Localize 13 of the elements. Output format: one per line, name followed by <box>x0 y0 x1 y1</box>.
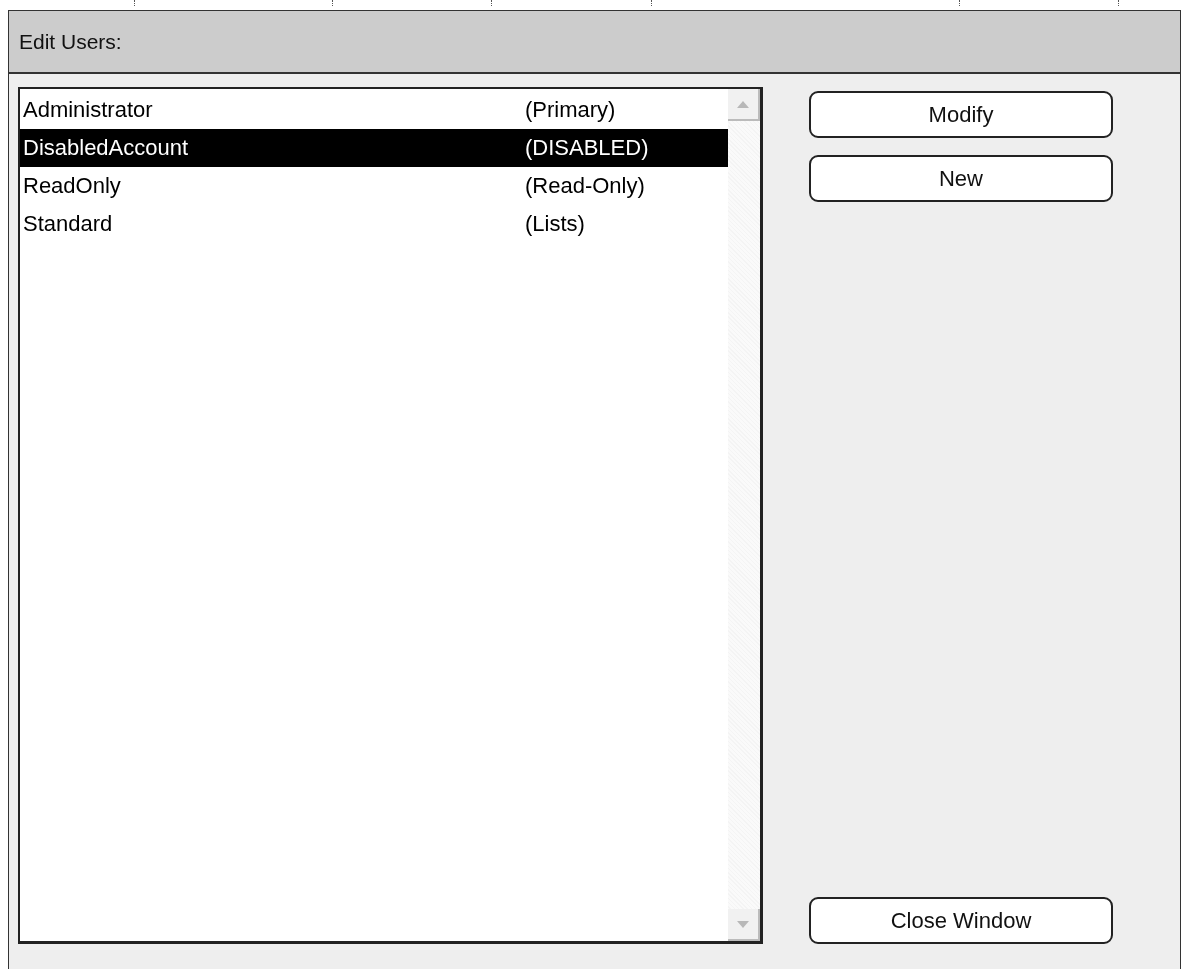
scroll-down-button[interactable] <box>728 909 760 941</box>
user-row[interactable]: ReadOnly (Read-Only) <box>20 167 728 205</box>
user-row[interactable]: Standard (Lists) <box>20 205 728 243</box>
action-button[interactable]: New <box>809 155 1113 202</box>
close-button[interactable]: Close Window <box>809 897 1113 944</box>
up-arrow-icon <box>737 100 749 108</box>
down-arrow-icon <box>737 920 749 928</box>
scroll-up-button[interactable] <box>728 89 760 121</box>
action-button[interactable]: Modify <box>809 91 1113 138</box>
user-row[interactable]: Administrator (Primary) <box>20 91 728 129</box>
panel-title: Edit Users: <box>19 29 122 54</box>
user-row[interactable]: DisabledAccount (DISABLED) <box>20 129 728 167</box>
scrollbar[interactable] <box>728 89 760 941</box>
